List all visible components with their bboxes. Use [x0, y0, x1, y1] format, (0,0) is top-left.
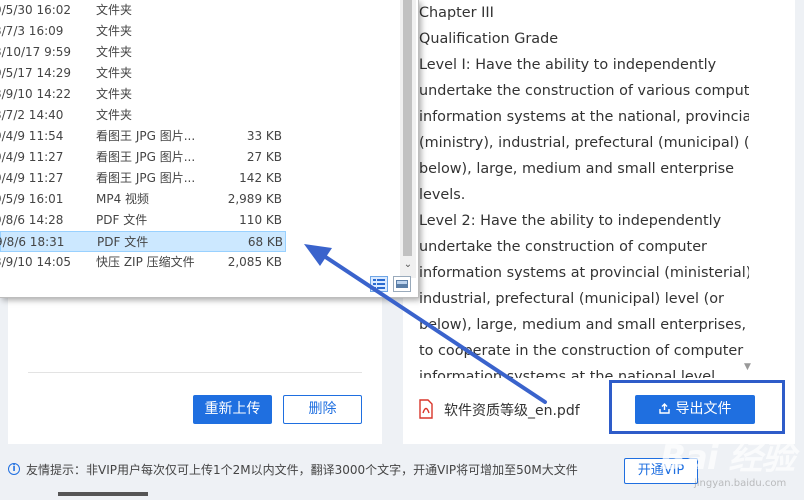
file-date: 3/7/2 14:40 [0, 108, 64, 122]
doc-line: to cooperate in the construction of comp… [419, 343, 744, 359]
file-date: 3/7/3 16:09 [0, 24, 64, 38]
preview-view-icon[interactable] [393, 276, 411, 292]
file-type: PDF 文件 [96, 213, 148, 227]
doc-line: information systems at the national, pro… [419, 109, 749, 125]
file-row[interactable]: 9/5/30 16:02 文件夹 [0, 0, 286, 21]
doc-line: information systems at provincial (minis… [419, 265, 749, 281]
file-type: 快压 ZIP 压缩文件 [96, 255, 195, 269]
file-picker-dialog: 9/5/30 16:02 文件夹 3/7/3 16:09 文件夹 3/10/17… [0, 0, 419, 298]
tip-text: 友情提示：非VIP用户每次仅可上传1个2M以内文件，翻译3000个文字，开通VI… [26, 463, 578, 477]
file-row[interactable]: 3/10/17 9:59 文件夹 [0, 42, 286, 63]
file-type: 看图王 JPG 图片... [96, 171, 196, 185]
doc-line: below), large, medium and small enterpri… [419, 161, 734, 177]
doc-line: industrial, prefectural (municipal) leve… [419, 291, 724, 307]
file-date: 9/8/6 18:31 [0, 235, 65, 249]
file-type: 看图王 JPG 图片... [96, 129, 196, 143]
doc-line: Level 2: Have the ability to independent… [419, 213, 722, 229]
file-type: 文件夹 [96, 24, 133, 38]
file-type: PDF 文件 [97, 235, 149, 249]
file-type: 文件夹 [96, 3, 133, 17]
info-icon: i [8, 463, 20, 475]
doc-line: levels. [419, 187, 466, 203]
doc-line: undertake the construction of computer [419, 239, 707, 255]
file-size: 2,989 KB [227, 192, 282, 206]
file-type: 文件夹 [96, 87, 133, 101]
file-row[interactable]: 9/4/9 11:27 看图王 JPG 图片... 27 KB [0, 147, 286, 168]
translated-document-preview: Chapter III Qualification Grade Level I:… [419, 0, 749, 378]
doc-line: undertake the construction of various co… [419, 83, 749, 99]
file-size: 110 KB [239, 213, 282, 227]
file-row[interactable]: 9/5/17 14:29 文件夹 [0, 63, 286, 84]
reupload-button[interactable]: 重新上传 [193, 395, 272, 424]
file-row[interactable]: 9/8/6 14:28 PDF 文件 110 KB [0, 210, 286, 231]
doc-line: below), large, medium and small enterpri… [419, 317, 749, 333]
file-type: MP4 视频 [96, 192, 150, 206]
file-size: 68 KB [247, 235, 283, 249]
output-file-name: 软件资质等级_en.pdf [444, 403, 580, 419]
file-row[interactable]: 3/9/10 14:22 文件夹 [0, 84, 286, 105]
file-size: 27 KB [246, 150, 282, 164]
file-type: 文件夹 [96, 45, 133, 59]
file-type: 文件夹 [96, 66, 133, 80]
file-date: 9/4/9 11:54 [0, 129, 64, 143]
open-vip-button[interactable]: 开通VIP [624, 458, 698, 484]
doc-line: Level I: Have the ability to independent… [419, 57, 717, 73]
chevron-down-icon[interactable]: ⌄ [402, 258, 414, 272]
file-date: 3/9/10 14:22 [0, 87, 72, 101]
doc-line: Chapter III [419, 5, 494, 21]
file-date: 3/10/17 9:59 [0, 45, 72, 59]
file-date: 9/4/9 11:27 [0, 150, 64, 164]
file-date: 9/5/30 16:02 [0, 3, 72, 17]
file-size: 142 KB [239, 171, 282, 185]
scroll-down-arrow-icon[interactable]: ▼ [744, 362, 751, 372]
details-view-icon[interactable] [370, 276, 388, 292]
divider [28, 372, 362, 373]
file-size: 33 KB [246, 129, 282, 143]
file-row[interactable]: 3/7/2 14:40 文件夹 [0, 105, 286, 126]
scrollbar-thumb[interactable] [403, 0, 412, 256]
file-date: 9/4/9 11:27 [0, 171, 64, 185]
bottom-edge-text [58, 492, 148, 496]
file-row[interactable]: 3/7/3 16:09 文件夹 [0, 21, 286, 42]
doc-line: Qualification Grade [419, 31, 559, 47]
file-date: 9/5/9 16:01 [0, 192, 64, 206]
file-row[interactable]: 9/5/9 16:01 MP4 视频 2,989 KB [0, 189, 286, 210]
doc-line: (ministry), industrial, prefectural (mun… [419, 135, 749, 151]
file-row[interactable]: 3/9/10 14:05 快压 ZIP 压缩文件 2,085 KB [0, 252, 286, 273]
pdf-file-icon [419, 399, 433, 419]
export-highlight-box [609, 380, 785, 434]
file-type: 看图王 JPG 图片... [96, 150, 196, 164]
file-row[interactable]: 9/4/9 11:54 看图王 JPG 图片... 33 KB [0, 126, 286, 147]
file-date: 3/9/10 14:05 [0, 255, 72, 269]
file-row-selected[interactable]: 9/8/6 18:31 PDF 文件 68 KB [0, 231, 286, 252]
file-date: 9/5/17 14:29 [0, 66, 72, 80]
file-size: 2,085 KB [227, 255, 282, 269]
file-row[interactable]: 9/4/9 11:27 看图王 JPG 图片... 142 KB [0, 168, 286, 189]
file-type: 文件夹 [96, 108, 133, 122]
file-date: 9/8/6 14:28 [0, 213, 64, 227]
delete-button[interactable]: 删除 [283, 395, 362, 424]
doc-line: information systems at the national leve… [419, 369, 716, 378]
